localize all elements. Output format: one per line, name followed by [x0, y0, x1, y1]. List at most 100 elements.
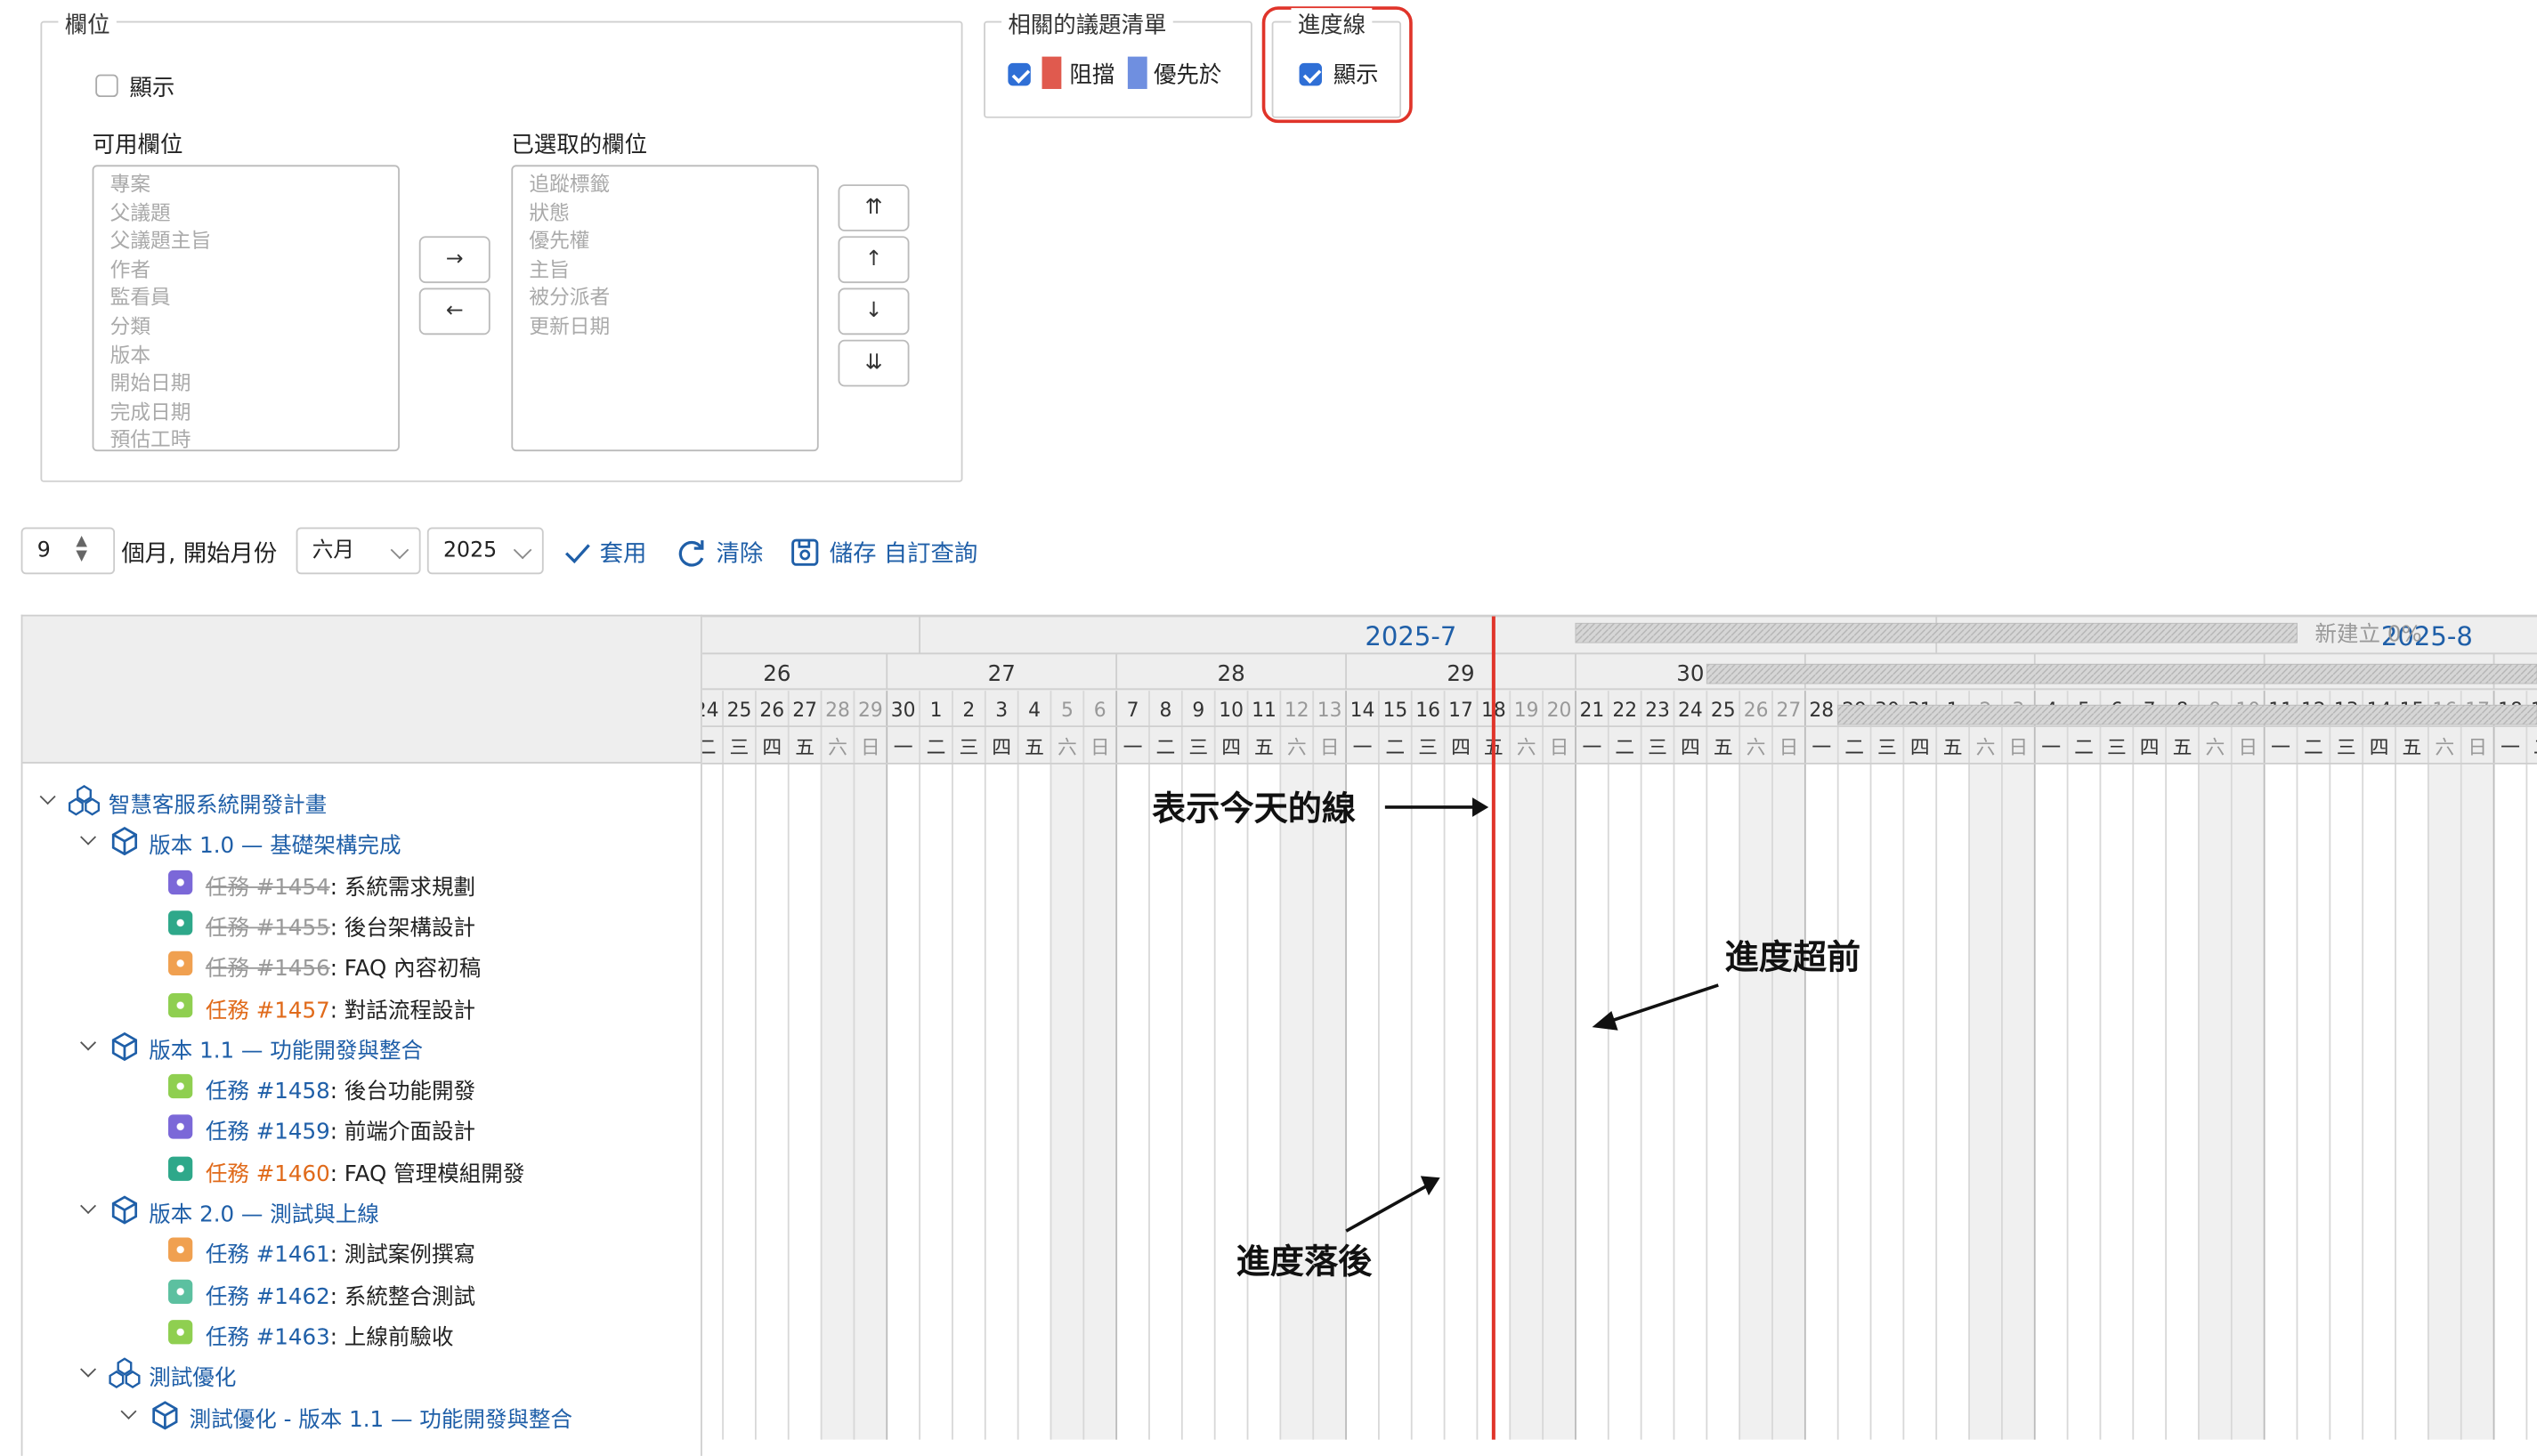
day-number: 21 [1580, 700, 1605, 722]
expand-toggle-icon[interactable] [79, 1364, 99, 1384]
day-number: 1 [930, 700, 943, 722]
issue-row[interactable]: 任務 #1459: 前端介面設計 [22, 1111, 703, 1146]
precedes-color-swatch [1127, 56, 1147, 89]
issue-title: 任務 #1459: 前端介面設計 [206, 1113, 475, 1145]
save-query-button[interactable]: 儲存 自訂查詢 [790, 536, 977, 570]
move-right-button[interactable]: → [418, 236, 490, 284]
expand-toggle-icon[interactable] [120, 1405, 140, 1425]
weekday-label: 日 [2238, 737, 2257, 759]
weekday-label: 四 [1221, 737, 1241, 759]
issue-link[interactable]: 任務 #1462 [206, 1283, 330, 1309]
blocks-checkbox[interactable] [1008, 62, 1031, 86]
month-select-value: 六月 [312, 538, 355, 563]
issue-row[interactable]: 任務 #1461: 測試案例撰寫 [22, 1234, 703, 1269]
expand-toggle-icon[interactable] [79, 832, 99, 852]
progress-line-checkbox[interactable] [1299, 62, 1322, 86]
expand-toggle-icon[interactable] [79, 1037, 99, 1056]
chevron-down-icon [390, 540, 409, 560]
weekday-label: 一 [1812, 737, 1831, 759]
day-number: 16 [1415, 700, 1440, 722]
tree-label[interactable]: 測試優化 [149, 1359, 236, 1391]
day-number: 5 [1061, 700, 1074, 722]
project-row[interactable]: 測試優化 [22, 1355, 703, 1391]
issue-row[interactable]: 任務 #1462: 系統整合測試 [22, 1274, 703, 1310]
week-number: 26 [763, 660, 790, 686]
issue-row[interactable]: 任務 #1463: 上線前驗收 [22, 1315, 703, 1351]
year-select[interactable]: 2025 [426, 527, 544, 575]
column-option[interactable]: 作者 [110, 255, 382, 284]
tree-label[interactable]: 版本 2.0 — 測試與上線 [149, 1195, 379, 1227]
weekday-label: 一 [2041, 737, 2061, 759]
issue-link[interactable]: 任務 #1454 [206, 875, 330, 901]
column-option[interactable]: 主旨 [529, 255, 800, 284]
issue-row[interactable]: 任務 #1456: FAQ 內容初稿 [22, 947, 703, 983]
column-option[interactable]: 預估工時 [110, 426, 382, 449]
weekday-label: 五 [1714, 737, 1733, 759]
day-number: 15 [1382, 700, 1407, 722]
issue-title: 任務 #1460: FAQ 管理模組開發 [206, 1154, 525, 1186]
expand-toggle-icon[interactable] [79, 1201, 99, 1220]
weekday-label: 六 [1747, 737, 1766, 759]
annotation-ahead: 進度超前 [1725, 938, 1861, 977]
column-option[interactable]: 更新日期 [529, 312, 800, 341]
move-bottom-button[interactable]: ⇊ [838, 339, 910, 387]
relations-legend: 相關的議題清單 [1001, 8, 1173, 41]
columns-show-checkbox[interactable] [95, 74, 118, 98]
expand-toggle-icon[interactable] [39, 791, 59, 811]
available-columns-list[interactable]: 專案 父議題 父議題主旨 作者 監看員 分類 版本 開始日期 完成日期 預估工時 [92, 165, 400, 452]
move-up-button[interactable]: ↑ [838, 236, 910, 284]
project-icon [68, 784, 101, 816]
tree-label[interactable]: 智慧客服系統開發計畫 [109, 786, 327, 819]
months-spinner-icon[interactable]: ▲ ▼ [76, 535, 87, 565]
version-row[interactable]: 版本 1.1 — 功能開發與整合 [22, 1029, 703, 1064]
issue-link[interactable]: 任務 #1456 [206, 957, 330, 983]
tree-label[interactable]: 測試優化 - 版本 1.1 — 功能開發與整合 [190, 1400, 572, 1432]
issue-link[interactable]: 任務 #1457 [206, 998, 330, 1023]
issue-link[interactable]: 任務 #1458 [206, 1080, 330, 1105]
apply-button[interactable]: 套用 [563, 536, 646, 570]
issue-link[interactable]: 任務 #1461 [206, 1242, 330, 1268]
column-option[interactable]: 優先權 [529, 227, 800, 255]
column-option[interactable]: 完成日期 [110, 398, 382, 426]
issue-subject: : 上線前驗收 [329, 1324, 454, 1351]
column-option[interactable]: 專案 [110, 170, 382, 198]
month-select[interactable]: 六月 [296, 527, 421, 575]
column-option[interactable]: 追蹤標籤 [529, 170, 800, 198]
column-option[interactable]: 狀態 [529, 198, 800, 227]
issue-title: 任務 #1462: 系統整合測試 [206, 1277, 475, 1309]
issue-link[interactable]: 任務 #1459 [206, 1120, 330, 1145]
weekday-label: 二 [2074, 737, 2094, 759]
version-row[interactable]: 版本 2.0 — 測試與上線 [22, 1193, 703, 1228]
issue-row[interactable]: 任務 #1455: 後台架構設計 [22, 906, 703, 942]
column-option[interactable]: 版本 [110, 341, 382, 369]
move-down-button[interactable]: ↓ [838, 287, 910, 336]
weekday-label: 六 [2205, 737, 2225, 759]
issue-row[interactable]: 任務 #1458: 後台功能開發 [22, 1070, 703, 1105]
months-input[interactable]: 9 ▲ ▼ [20, 527, 116, 575]
move-top-button[interactable]: ⇈ [838, 184, 910, 231]
column-option[interactable]: 父議題主旨 [110, 227, 382, 255]
version-row[interactable]: 測試優化 - 版本 1.1 — 功能開發與整合 [22, 1396, 703, 1432]
weekday-label: 三 [1877, 737, 1897, 759]
column-option[interactable]: 分類 [110, 312, 382, 341]
chevron-down-icon [513, 540, 532, 560]
issue-row[interactable]: 任務 #1460: FAQ 管理模組開發 [22, 1152, 703, 1187]
issue-link[interactable]: 任務 #1463 [206, 1324, 330, 1350]
column-option[interactable]: 監看員 [110, 284, 382, 312]
version-row[interactable]: 版本 1.0 — 基礎架構完成 [22, 824, 703, 860]
column-option[interactable]: 父議題 [110, 198, 382, 227]
tree-label[interactable]: 版本 1.1 — 功能開發與整合 [149, 1031, 423, 1064]
project-row[interactable]: 智慧客服系統開發計畫 [22, 783, 703, 819]
tracker-icon [168, 1115, 193, 1140]
column-option[interactable]: 開始日期 [110, 369, 382, 398]
issue-row[interactable]: 任務 #1454: 系統需求規劃 [22, 865, 703, 901]
tree-label[interactable]: 版本 1.0 — 基礎架構完成 [149, 827, 401, 860]
move-left-button[interactable]: ← [418, 287, 490, 336]
tracker-icon [168, 910, 193, 935]
issue-link[interactable]: 任務 #1455 [206, 916, 330, 942]
clear-button[interactable]: 清除 [677, 536, 763, 570]
column-option[interactable]: 被分派者 [529, 284, 800, 312]
issue-link[interactable]: 任務 #1460 [206, 1161, 330, 1186]
selected-columns-list[interactable]: 追蹤標籤 狀態 優先權 主旨 被分派者 更新日期 [511, 165, 819, 452]
issue-row[interactable]: 任務 #1457: 對話流程設計 [22, 988, 703, 1023]
